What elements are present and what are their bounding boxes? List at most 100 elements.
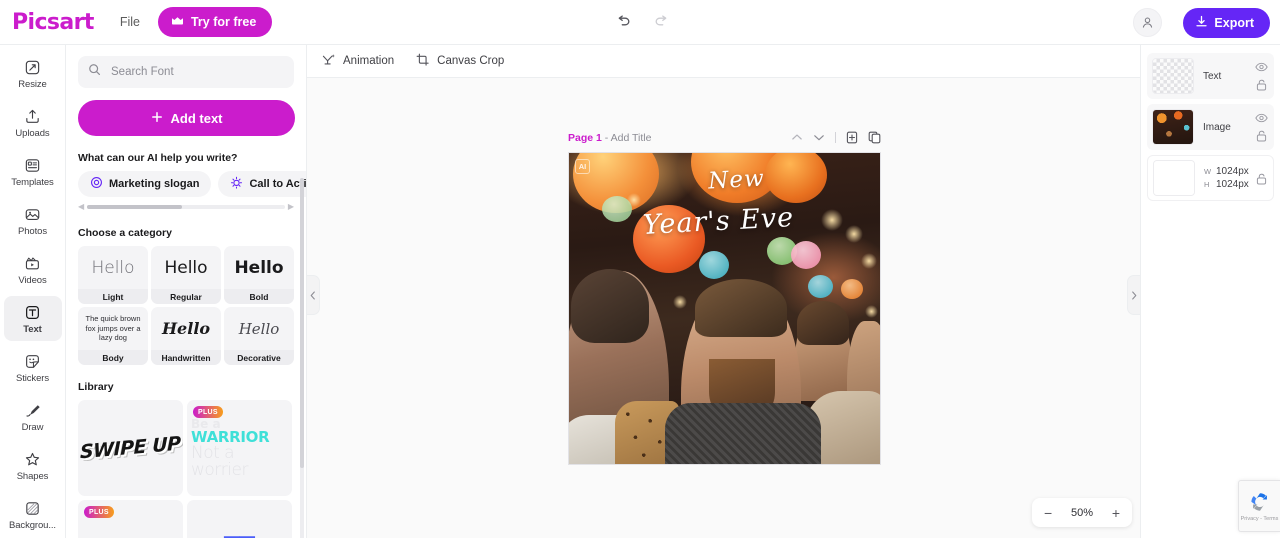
- lantern: [791, 241, 821, 269]
- avatar[interactable]: [1133, 8, 1162, 37]
- export-button[interactable]: Export: [1183, 8, 1270, 38]
- add-title-link[interactable]: Add Title: [611, 132, 652, 144]
- artwork[interactable]: New Year's Eve AI: [569, 153, 880, 464]
- eye-icon[interactable]: [1255, 62, 1268, 72]
- library-item-text: Be a WARRIOR Not a worrier: [187, 418, 292, 479]
- layer-label: Image: [1203, 121, 1231, 133]
- layer-thumbnail: [1153, 160, 1195, 196]
- canvas-toolbar: Animation Canvas Crop: [307, 45, 1140, 78]
- chevron-down-icon[interactable]: [813, 133, 825, 142]
- warrior-sub: Not a worrier: [191, 442, 248, 480]
- sidebar-item-uploads[interactable]: Uploads: [4, 100, 62, 145]
- collapse-right-panel-button[interactable]: [1127, 275, 1140, 315]
- panel-scroll-thumb[interactable]: [300, 178, 304, 468]
- unlock-icon[interactable]: [1256, 79, 1267, 91]
- search-input[interactable]: [109, 65, 284, 79]
- lantern: [633, 205, 705, 273]
- sidebar-item-photos[interactable]: Photos: [4, 198, 62, 243]
- width-value: 1024px: [1216, 166, 1249, 177]
- library-item-swipe-up[interactable]: SWIPE UP: [78, 400, 183, 496]
- height-key: H: [1204, 180, 1210, 189]
- canvas-crop-label: Canvas Crop: [437, 55, 505, 67]
- try-for-free-button[interactable]: Try for free: [157, 7, 273, 37]
- chips-scroll-track[interactable]: [87, 204, 285, 209]
- font-category-decorative[interactable]: Hello Decorative: [224, 307, 294, 365]
- sidebar-item-stickers[interactable]: Stickers: [4, 345, 62, 390]
- sidebar-item-label: Videos: [18, 275, 47, 286]
- font-sample: Hello: [91, 257, 135, 278]
- font-category-regular[interactable]: Hello Regular: [151, 246, 221, 304]
- chevron-up-icon[interactable]: [791, 133, 803, 142]
- add-page-icon[interactable]: [846, 131, 858, 144]
- sidebar-item-videos[interactable]: Videos: [4, 247, 62, 292]
- animation-icon: [322, 53, 336, 69]
- recaptcha-text: Privacy - Terms: [1240, 516, 1279, 522]
- sidebar-item-shapes[interactable]: Shapes: [4, 443, 62, 488]
- animation-label: Animation: [343, 55, 395, 67]
- plus-badge: PLUS: [84, 506, 114, 518]
- zoom-out-button[interactable]: −: [1044, 506, 1052, 520]
- plus-badge: PLUS: [193, 406, 223, 418]
- sidebar-item-resize[interactable]: Resize: [4, 51, 62, 96]
- font-sample: Hello: [161, 319, 211, 338]
- sidebar-item-label: Templates: [11, 177, 54, 188]
- unlock-icon[interactable]: [1256, 173, 1267, 185]
- eye-icon[interactable]: [1255, 113, 1268, 123]
- library-item-3[interactable]: PLUS: [78, 500, 183, 538]
- string-light: [821, 209, 843, 231]
- recaptcha-icon: [1250, 493, 1267, 511]
- sidebar-item-label: Resize: [18, 79, 47, 90]
- recaptcha-badge[interactable]: Privacy - Terms: [1238, 480, 1280, 532]
- layer-row-canvas[interactable]: W 1024px H 1024px: [1147, 155, 1274, 201]
- sidebar-item-background[interactable]: Backgrou...: [4, 492, 62, 537]
- sidebar-item-text[interactable]: Text: [3, 296, 62, 341]
- sidebar-item-draw[interactable]: Draw: [4, 394, 62, 439]
- file-menu[interactable]: File: [120, 15, 140, 29]
- picsart-editor: Picsart File Try for free Export Resize …: [0, 0, 1280, 538]
- ai-chip-call-to-action[interactable]: Call to Actio: [218, 171, 306, 197]
- redo-icon[interactable]: [650, 11, 672, 33]
- add-text-button[interactable]: Add text: [78, 100, 295, 136]
- layer-row-image[interactable]: Image: [1147, 104, 1274, 150]
- unlock-icon[interactable]: [1256, 130, 1267, 142]
- chevron-right-icon: [1132, 290, 1137, 300]
- font-sample: Hello: [238, 319, 280, 338]
- undo-icon[interactable]: [612, 11, 634, 33]
- idea-icon: [230, 176, 243, 192]
- page-dash: -: [604, 131, 609, 144]
- scroll-left-icon[interactable]: ◀: [78, 202, 84, 211]
- ai-chip-marketing-slogan[interactable]: Marketing slogan: [78, 171, 212, 197]
- layer-thumbnail: [1152, 58, 1194, 94]
- chips-scrollbar[interactable]: ◀ ▶: [78, 202, 294, 211]
- canvas-crop-button[interactable]: Canvas Crop: [416, 53, 504, 69]
- string-light: [673, 295, 687, 309]
- sidebar-item-label: Stickers: [16, 373, 49, 384]
- zoom-in-button[interactable]: +: [1112, 506, 1120, 520]
- font-category-label: Decorative: [224, 350, 294, 365]
- font-sample: The quick brown fox jumps over a lazy do…: [85, 314, 141, 343]
- zoom-control: − 50% +: [1032, 498, 1132, 527]
- sticker-icon: [24, 351, 41, 370]
- canvas-stage[interactable]: New Year's Eve AI: [568, 152, 881, 465]
- font-category-body[interactable]: The quick brown fox jumps over a lazy do…: [78, 307, 148, 365]
- layer-row-text[interactable]: Text: [1147, 53, 1274, 99]
- library-item-4[interactable]: ██: [187, 500, 292, 538]
- panel-scrollbar[interactable]: [300, 178, 304, 538]
- search-font-box[interactable]: [78, 56, 294, 88]
- font-category-light[interactable]: Hello Light: [78, 246, 148, 304]
- scroll-right-icon[interactable]: ▶: [288, 202, 294, 211]
- picsart-logo[interactable]: Picsart: [12, 10, 94, 35]
- sidebar-item-templates[interactable]: Templates: [4, 149, 62, 194]
- library-item-warrior[interactable]: PLUS Be a WARRIOR Not a worrier: [187, 400, 292, 496]
- font-category-handwritten[interactable]: Hello Handwritten: [151, 307, 221, 365]
- chips-scroll-thumb[interactable]: [87, 204, 183, 209]
- font-category-bold[interactable]: Hello Bold: [224, 246, 294, 304]
- animation-button[interactable]: Animation: [322, 53, 394, 69]
- sidebar-item-label: Backgrou...: [9, 520, 56, 531]
- duplicate-page-icon[interactable]: [868, 131, 881, 144]
- collapse-left-panel-button[interactable]: [307, 275, 320, 315]
- background-icon: [24, 498, 41, 517]
- text-panel: Add text What can our AI help you write?…: [66, 45, 307, 538]
- string-light: [845, 225, 863, 243]
- video-icon: [24, 253, 41, 272]
